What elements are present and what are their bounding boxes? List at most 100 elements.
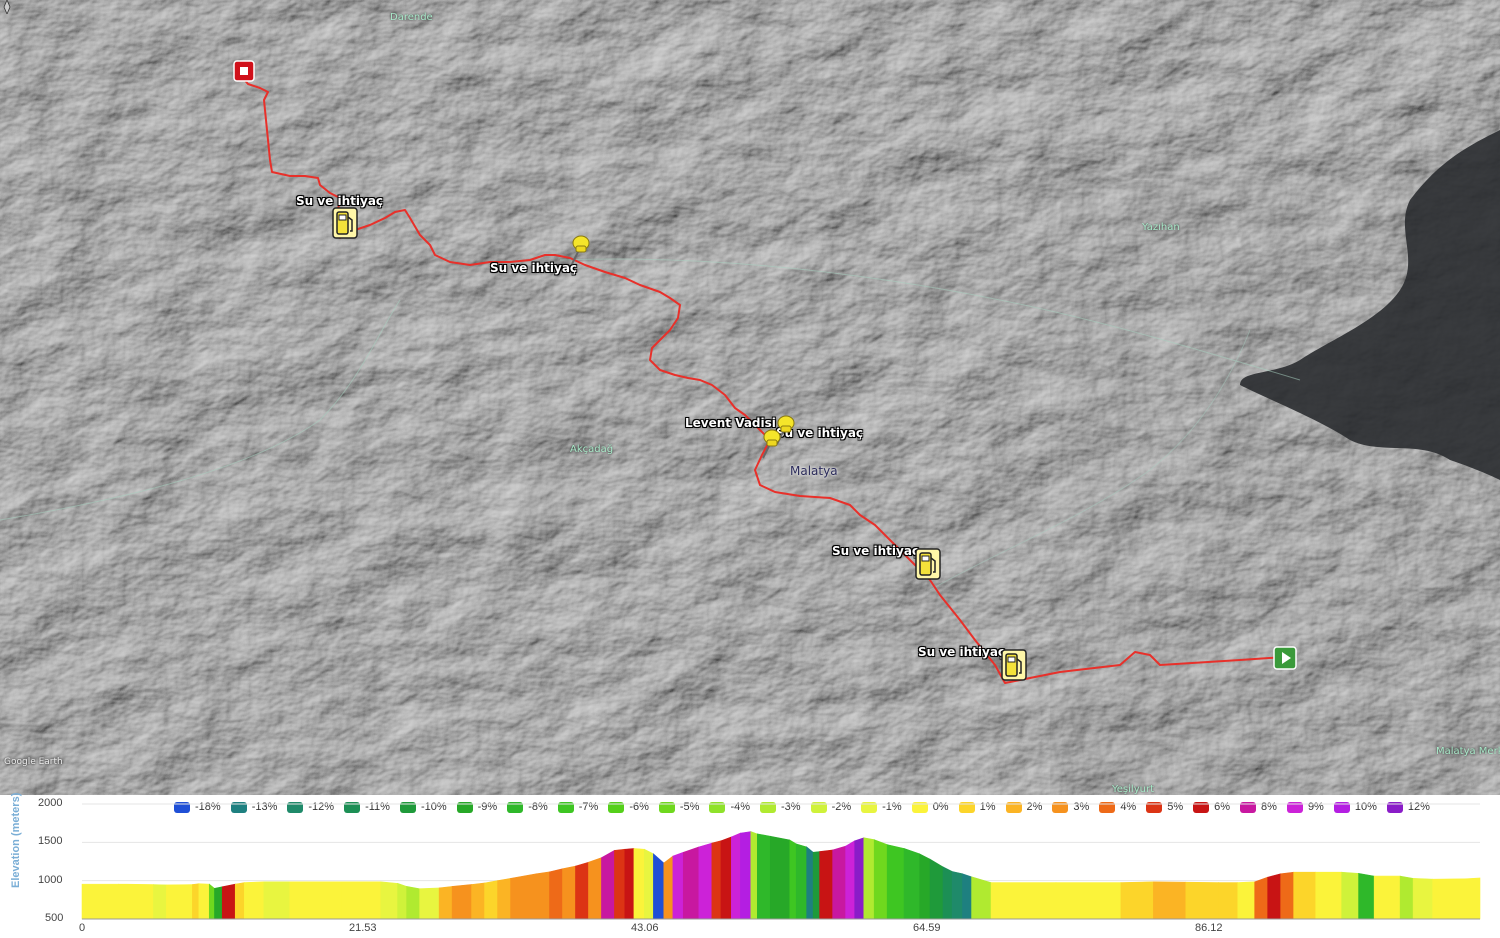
pushpin-icon[interactable]: [566, 234, 592, 266]
profile-segment: [497, 878, 511, 920]
profile-segment: [575, 861, 589, 920]
profile-segment: [1254, 876, 1268, 920]
place-label-darende: Darende: [390, 12, 433, 23]
profile-segment: [471, 882, 485, 920]
profile-segment: [789, 839, 797, 920]
profile-segment: [1293, 871, 1317, 920]
profile-segment: [562, 865, 576, 920]
fuel-pump-icon[interactable]: [915, 548, 941, 580]
profile-segment: [192, 883, 200, 920]
place-label-malatya-merkez: Malatya Merk: [1436, 746, 1500, 757]
profile-segment: [601, 849, 615, 920]
profile-segment: [1120, 881, 1154, 920]
profile-segment: [289, 881, 343, 920]
profile-segment: [903, 848, 920, 920]
profile-segment: [1315, 871, 1342, 920]
x-tick-label: 86.12: [1195, 922, 1223, 934]
profile-segment: [1237, 881, 1255, 920]
profile-segment: [698, 842, 713, 920]
profile-segment: [720, 836, 732, 920]
profile-segment: [214, 886, 223, 920]
profile-segment: [234, 882, 245, 920]
map-attribution: Google Earth: [4, 757, 63, 767]
pushpin-icon[interactable]: [757, 428, 783, 460]
profile-segment: [740, 831, 752, 920]
profile-segment: [750, 831, 758, 920]
profile-segment: [588, 857, 602, 920]
profile-segment: [942, 866, 953, 920]
profile-segment: [419, 887, 440, 920]
fuel-pump-icon[interactable]: [1001, 649, 1027, 681]
place-label-akcadag: Akçadağ: [570, 444, 614, 455]
poi-label-water-1[interactable]: Su ve ihtiyaç: [296, 194, 383, 208]
profile-segment: [711, 840, 722, 920]
profile-segment: [484, 880, 498, 920]
profile-segment: [380, 881, 398, 920]
place-label-yesilyurt: Yeşilyurt: [1112, 784, 1154, 795]
profile-segment: [806, 846, 814, 920]
profile-segment: [1358, 873, 1375, 920]
profile-segment: [397, 882, 407, 920]
profile-segment: [873, 839, 888, 920]
profile-segment: [1280, 871, 1294, 920]
poi-label-water-2[interactable]: Su ve ihtiyaç: [490, 261, 577, 275]
profile-segment: [438, 886, 453, 920]
compass-icon[interactable]: [0, 0, 14, 14]
poi-label-water-5[interactable]: Su ve ihtiyaç: [918, 645, 1005, 659]
profile-segment: [795, 843, 807, 920]
profile-segment: [819, 849, 833, 920]
profile-segment: [1055, 882, 1122, 920]
profile-segment: [624, 848, 635, 920]
profile-segment: [832, 845, 846, 920]
profile-segment: [845, 840, 855, 920]
profile-segment: [341, 881, 381, 920]
profile-segment: [451, 884, 472, 920]
profile-segment: [863, 837, 875, 920]
profile-segment: [1464, 877, 1481, 920]
profile-segment: [221, 883, 236, 920]
profile-segment: [549, 868, 563, 920]
profile-segment: [756, 833, 771, 920]
profile-segment: [1341, 871, 1359, 920]
profile-segment: [166, 884, 193, 920]
profile-segment: [971, 876, 992, 920]
profile-segment: [962, 873, 972, 920]
profile-segment: [1373, 875, 1401, 920]
profile-segment: [653, 853, 665, 920]
city-label-malatya: Malatya: [790, 464, 838, 478]
profile-segment: [244, 881, 265, 920]
profile-segment: [406, 886, 420, 920]
satellite-map[interactable]: Darende Yazıhan Akçadağ Yeşilyurt Malaty…: [0, 0, 1500, 795]
route-start-icon[interactable]: [1273, 646, 1297, 670]
profile-segment: [682, 846, 700, 920]
profile-segment: [1432, 878, 1466, 920]
profile-segment: [951, 871, 963, 920]
profile-segment: [208, 883, 215, 920]
profile-segment: [633, 848, 645, 920]
profile-segment: [1267, 873, 1281, 920]
poi-label-water-4[interactable]: Su ve ihtiyaç: [832, 544, 919, 558]
profile-segment: [118, 883, 154, 920]
profile-segment: [919, 853, 931, 920]
profile-segment: [263, 881, 291, 920]
elevation-profile: -18% -13% -12% -11% -10% -9% -8% -7% -6% -5% -4% -3…: [0, 793, 1500, 938]
x-tick-label: 0: [79, 922, 86, 934]
profile-segment: [731, 832, 741, 920]
terrain-layer: [0, 0, 1500, 795]
profile-segment: [81, 883, 119, 920]
profile-segment: [663, 855, 674, 920]
fuel-pump-icon[interactable]: [332, 207, 358, 239]
x-tick-label: 43.06: [631, 922, 659, 934]
profile-segment: [672, 851, 684, 920]
profile-segment: [153, 884, 167, 920]
profile-segment: [929, 858, 944, 920]
place-label-yazihan: Yazıhan: [1142, 222, 1180, 233]
profile-segment: [1185, 881, 1219, 920]
profile-segment: [198, 883, 210, 920]
route-end-icon[interactable]: [233, 60, 255, 82]
x-tick-label: 21.53: [349, 922, 377, 934]
profile-segment: [886, 844, 905, 920]
profile-segment: [1153, 881, 1187, 920]
profile-segment: [644, 848, 654, 920]
elevation-chart: [81, 803, 1481, 920]
